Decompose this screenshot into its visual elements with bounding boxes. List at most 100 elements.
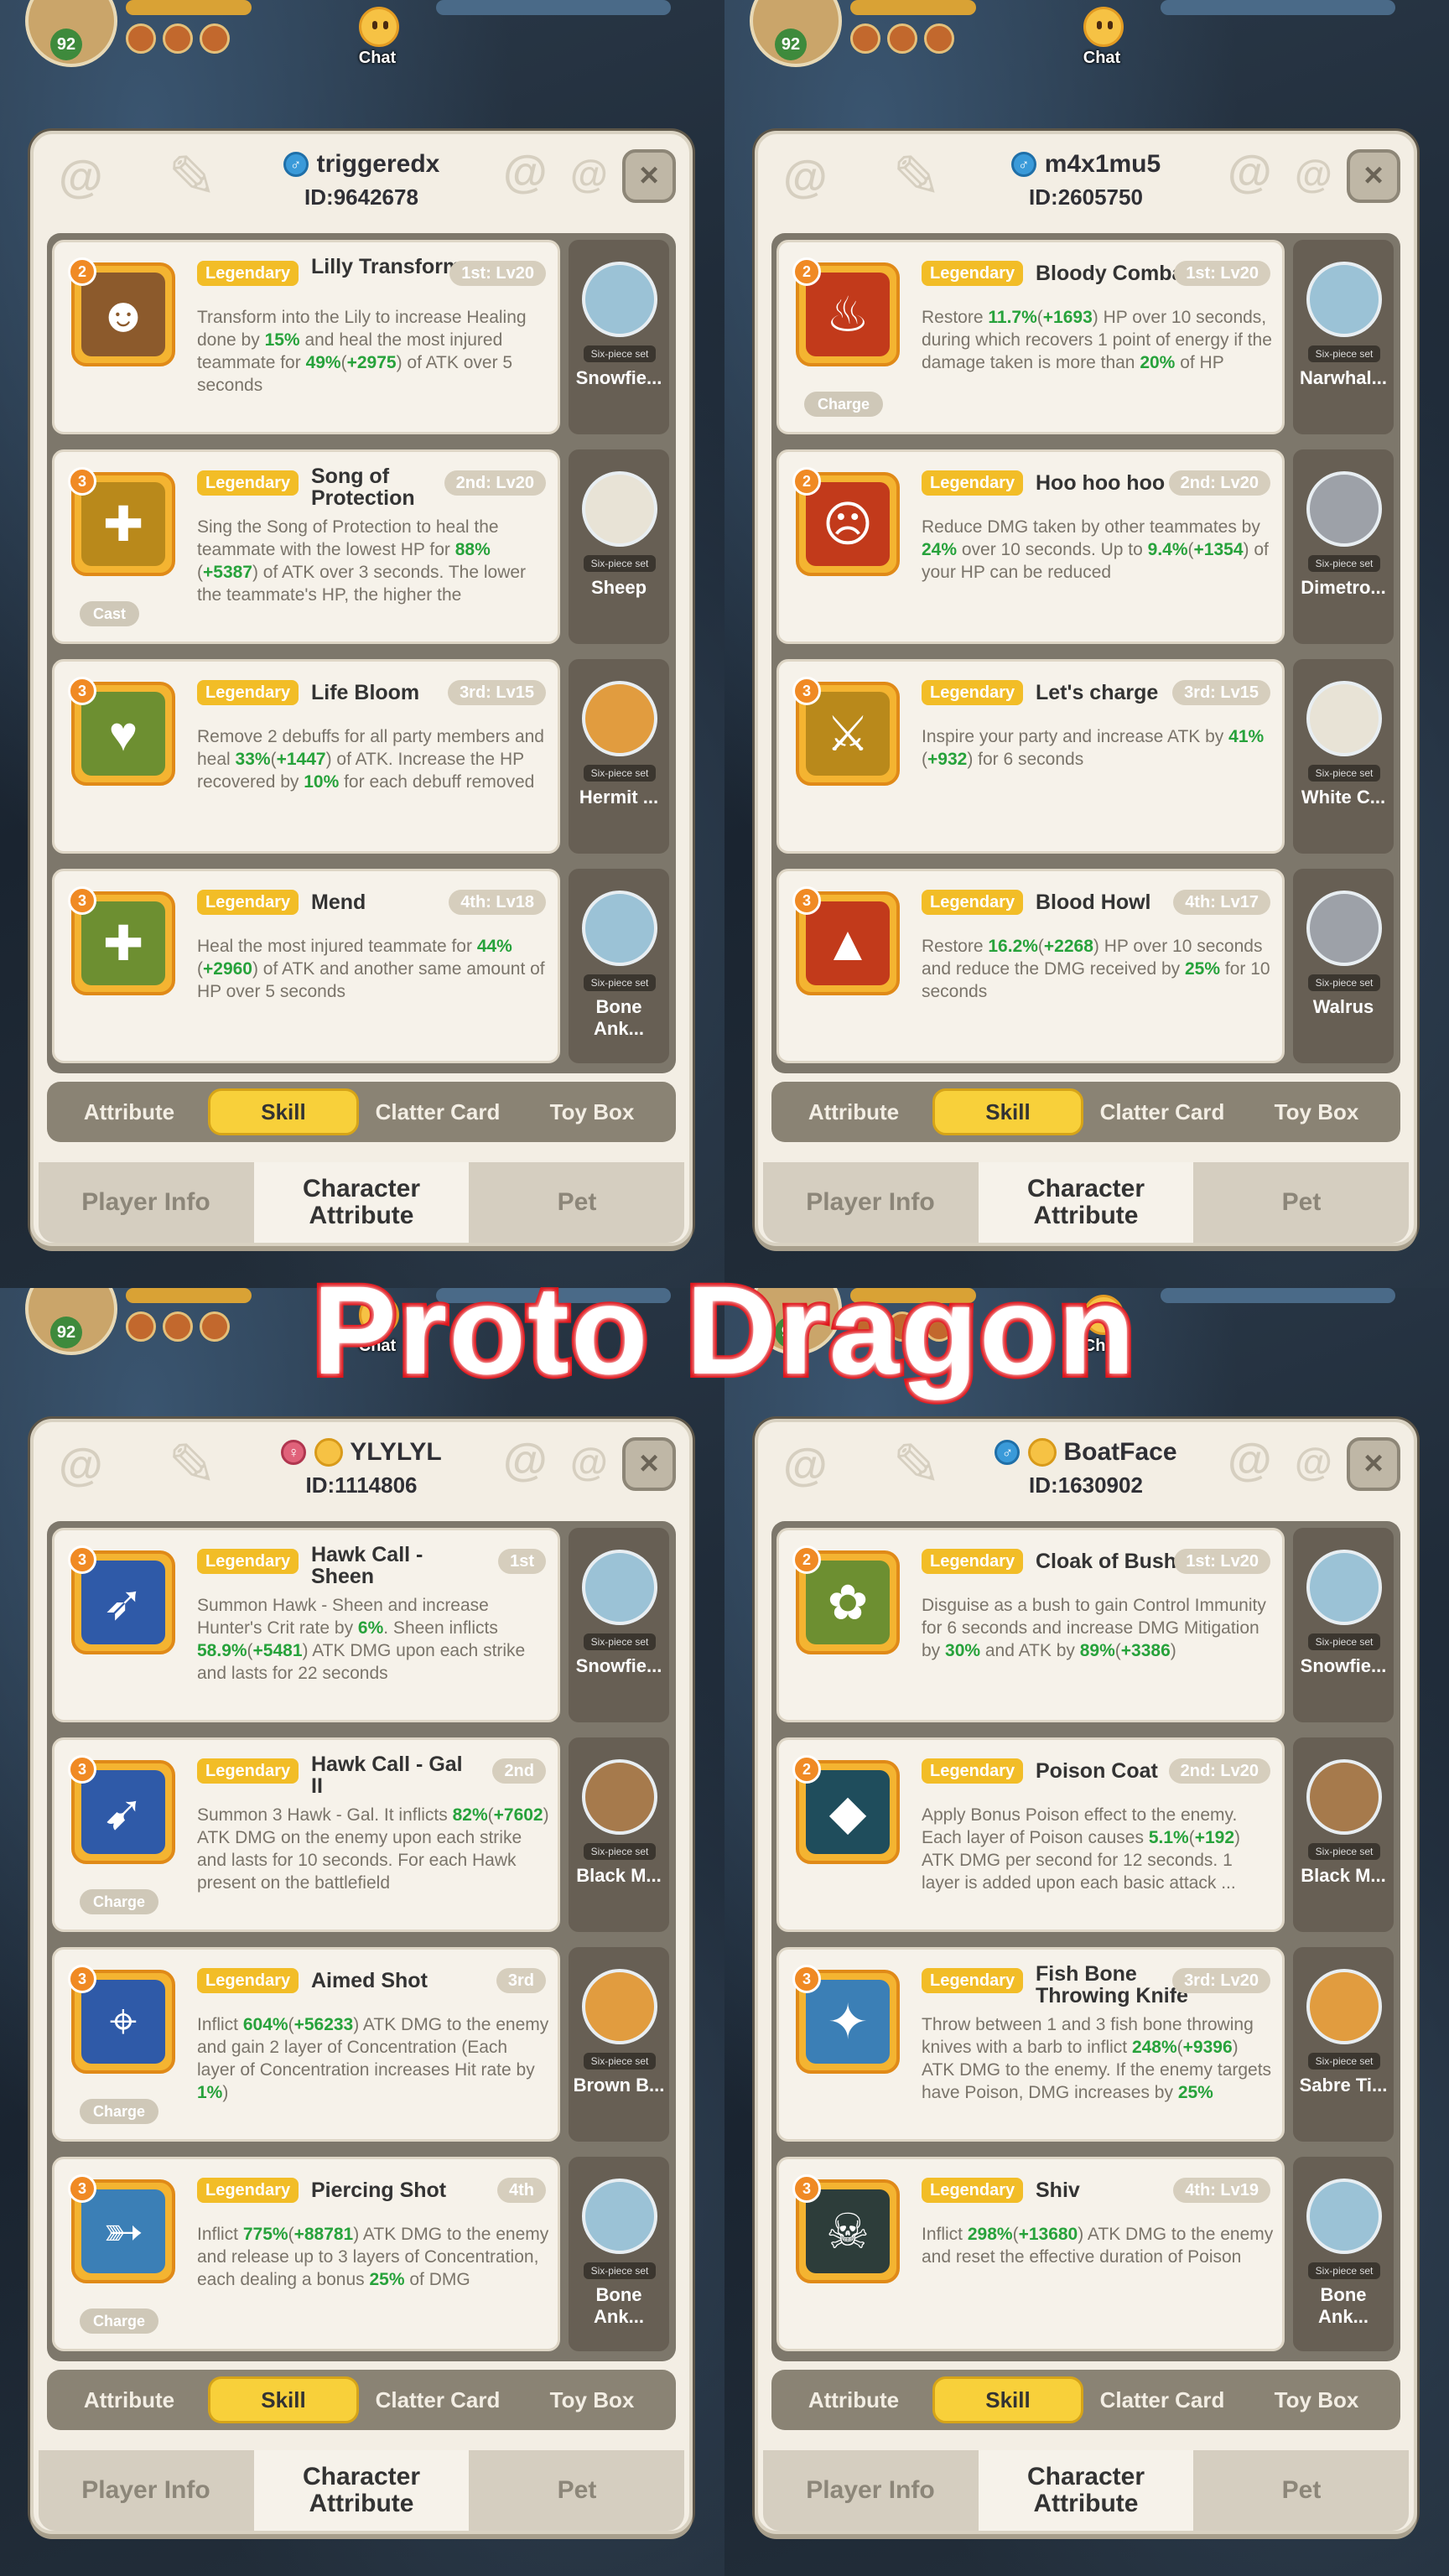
skill-card[interactable]: ☹ 2 Legendary Hoo hoo hoo 2nd: Lv20 Reduce DM…	[776, 449, 1285, 644]
chat-button[interactable]: Chat	[1068, 2, 1135, 69]
tab-skill[interactable]: Skill	[208, 2376, 359, 2423]
player-name-row: ♂ triggeredx	[34, 149, 689, 179]
equipped-pet-slot[interactable]: Six-piece set Sabre Ti...	[1293, 1947, 1394, 2142]
tab-player-info[interactable]: Player Info	[39, 1162, 253, 1243]
close-icon: ×	[1363, 1445, 1384, 1482]
tab-skill[interactable]: Skill	[932, 1088, 1083, 1135]
skill-icon-frame[interactable]: ◆ 2	[792, 1755, 900, 1864]
skill-card[interactable]: ☠ 3 Legendary Shiv 4th: Lv19 Inflict 298%(+13…	[776, 2157, 1285, 2351]
tab-toy-box[interactable]: Toy Box	[517, 1088, 667, 1135]
tab-skill[interactable]: Skill	[932, 2376, 1083, 2423]
tab-attribute[interactable]: Attribute	[54, 2376, 205, 2423]
tab-character-attribute[interactable]: Character Attribute	[979, 2450, 1193, 2531]
equipped-pet-slot[interactable]: Six-piece set Walrus	[1293, 869, 1394, 1063]
buff-icon	[850, 23, 880, 54]
tab-pet[interactable]: Pet	[470, 1162, 684, 1243]
tab-toy-box[interactable]: Toy Box	[1241, 1088, 1392, 1135]
tab-pet[interactable]: Pet	[1194, 1162, 1409, 1243]
tab-pet[interactable]: Pet	[1194, 2450, 1409, 2531]
close-button[interactable]: ×	[1347, 149, 1400, 203]
skill-icon-frame[interactable]: ✚ 3	[68, 886, 175, 995]
tab-skill[interactable]: Skill	[208, 1088, 359, 1135]
skill-card[interactable]: ☻ 2 Legendary Lilly Transform 1st: Lv20 Trans…	[52, 240, 560, 434]
value-highlight: +5481	[252, 1641, 303, 1660]
skill-card[interactable]: ◆ 2 Legendary Poison Coat 2nd: Lv20 Apply Bon…	[776, 1737, 1285, 1932]
owl-icon: ☻	[81, 273, 165, 356]
equipped-pet-slot[interactable]: Six-piece set Brown B...	[569, 1947, 669, 2142]
skill-card[interactable]: ✦ 3 Legendary Fish Bone Throwing Knife 3rd: …	[776, 1947, 1285, 2142]
equipped-pet-slot[interactable]: Six-piece set Sheep	[569, 449, 669, 644]
pet-portrait	[1306, 1550, 1382, 1625]
buff-icon	[126, 23, 156, 54]
equipped-pet-slot[interactable]: Six-piece set Black M...	[1293, 1737, 1394, 1932]
tab-character-attribute[interactable]: Character Attribute	[979, 1162, 1193, 1243]
tab-attribute[interactable]: Attribute	[54, 1088, 205, 1135]
skill-icon-frame[interactable]: ➹ 3	[68, 1755, 175, 1864]
skill-star-count: 2	[792, 467, 821, 496]
value-highlight: +2268	[1043, 937, 1093, 956]
equipped-pet-slot[interactable]: Six-piece set Black M...	[569, 1737, 669, 1932]
tab-attribute[interactable]: Attribute	[778, 1088, 929, 1135]
skill-icon-frame[interactable]: ✿ 2	[792, 1545, 900, 1654]
skill-card[interactable]: ✿ 2 Legendary Cloak of Bush 1st: Lv20 Disguis…	[776, 1528, 1285, 1722]
tab-player-info[interactable]: Player Info	[763, 1162, 978, 1243]
skill-card[interactable]: ✚ 3 Cast Legendary Song of Protection 2nd: Lv…	[52, 449, 560, 644]
equipped-pet-slot[interactable]: Six-piece set Bone Ank...	[569, 2157, 669, 2351]
skill-icon-frame[interactable]: ✦ 3	[792, 1965, 900, 2074]
equipped-pet-slot[interactable]: Six-piece set Narwhal...	[1293, 240, 1394, 434]
skill-card[interactable]: ▲ 3 Legendary Blood Howl 4th: Lv17 Restore 16…	[776, 869, 1285, 1063]
equipped-pet-slot[interactable]: Six-piece set White C...	[1293, 659, 1394, 854]
tab-toy-box[interactable]: Toy Box	[1241, 2376, 1392, 2423]
skill-icon-frame[interactable]: ♥ 3	[68, 677, 175, 786]
value-highlight: +9396	[1182, 2038, 1233, 2057]
tab-clatter-card[interactable]: Clatter Card	[362, 2376, 513, 2423]
equipped-pet-slot[interactable]: Six-piece set Bone Ank...	[569, 869, 669, 1063]
six-piece-set-label: Six-piece set	[1308, 1843, 1380, 1860]
tab-player-info[interactable]: Player Info	[39, 2450, 253, 2531]
skill-card[interactable]: ♥ 3 Legendary Life Bloom 3rd: Lv15 Remove 2 d…	[52, 659, 560, 854]
skill-icon-frame[interactable]: ▲ 3	[792, 886, 900, 995]
skill-card[interactable]: ⌖ 3 Charge Legendary Aimed Shot 3rd Inflict 60…	[52, 1947, 560, 2142]
equipped-pet-slot[interactable]: Six-piece set Hermit ...	[569, 659, 669, 854]
tab-attribute[interactable]: Attribute	[778, 2376, 929, 2423]
six-piece-set-label: Six-piece set	[1308, 345, 1380, 362]
skill-icon-frame[interactable]: ☠ 3	[792, 2174, 900, 2283]
value-highlight: 16.2%	[988, 937, 1038, 956]
skill-star-count: 2	[792, 257, 821, 286]
skill-icon-frame[interactable]: ⌖ 3	[68, 1965, 175, 2074]
skill-icon-frame[interactable]: ➶ 3	[68, 1545, 175, 1654]
skill-card[interactable]: ➶ 3 Legendary Hawk Call - Sheen 1st Summon Ha…	[52, 1528, 560, 1722]
tab-character-attribute[interactable]: Character Attribute	[254, 2450, 469, 2531]
skill-icon-frame[interactable]: ➳ 3	[68, 2174, 175, 2283]
skill-icon-frame[interactable]: ☻ 2	[68, 257, 175, 366]
chat-button[interactable]: Chat	[344, 2, 411, 69]
equipped-pet-slot[interactable]: Six-piece set Dimetro...	[1293, 449, 1394, 644]
equipped-pet-slot[interactable]: Six-piece set Snowfie...	[569, 1528, 669, 1722]
skill-card[interactable]: ➳ 3 Charge Legendary Piercing Shot 4th Inflict…	[52, 2157, 560, 2351]
equipped-pet-slot[interactable]: Six-piece set Snowfie...	[569, 240, 669, 434]
close-button[interactable]: ×	[622, 1437, 676, 1491]
equipped-pet-slot[interactable]: Six-piece set Bone Ank...	[1293, 2157, 1394, 2351]
skill-card[interactable]: ⚔ 3 Legendary Let's charge 3rd: Lv15 Inspire …	[776, 659, 1285, 854]
tab-clatter-card[interactable]: Clatter Card	[1087, 2376, 1238, 2423]
value-highlight: 82%	[452, 1805, 488, 1825]
tab-clatter-card[interactable]: Clatter Card	[362, 1088, 513, 1135]
value-highlight: 89%	[1079, 1641, 1115, 1660]
tab-clatter-card[interactable]: Clatter Card	[1087, 1088, 1238, 1135]
tab-character-attribute[interactable]: Character Attribute	[254, 1162, 469, 1243]
close-button[interactable]: ×	[622, 149, 676, 203]
skill-icon-frame[interactable]: ⚔ 3	[792, 677, 900, 786]
skill-icon-frame[interactable]: ♨ 2	[792, 257, 900, 366]
skill-card[interactable]: ♨ 2 Charge Legendary Bloody Combat 1st: Lv20 R…	[776, 240, 1285, 434]
skill-card[interactable]: ➹ 3 Charge Legendary Hawk Call - Gal II 2nd Su…	[52, 1737, 560, 1932]
tab-toy-box[interactable]: Toy Box	[517, 2376, 667, 2423]
six-piece-set-label: Six-piece set	[1308, 2262, 1380, 2279]
skill-description: Transform into the Lily to increase Heal…	[197, 308, 527, 395]
skill-icon-frame[interactable]: ☹ 2	[792, 467, 900, 576]
close-button[interactable]: ×	[1347, 1437, 1400, 1491]
skill-icon-frame[interactable]: ✚ 3	[68, 467, 175, 576]
tab-player-info[interactable]: Player Info	[763, 2450, 978, 2531]
equipped-pet-slot[interactable]: Six-piece set Snowfie...	[1293, 1528, 1394, 1722]
tab-pet[interactable]: Pet	[470, 2450, 684, 2531]
skill-card[interactable]: ✚ 3 Legendary Mend 4th: Lv18 Heal the most in…	[52, 869, 560, 1063]
